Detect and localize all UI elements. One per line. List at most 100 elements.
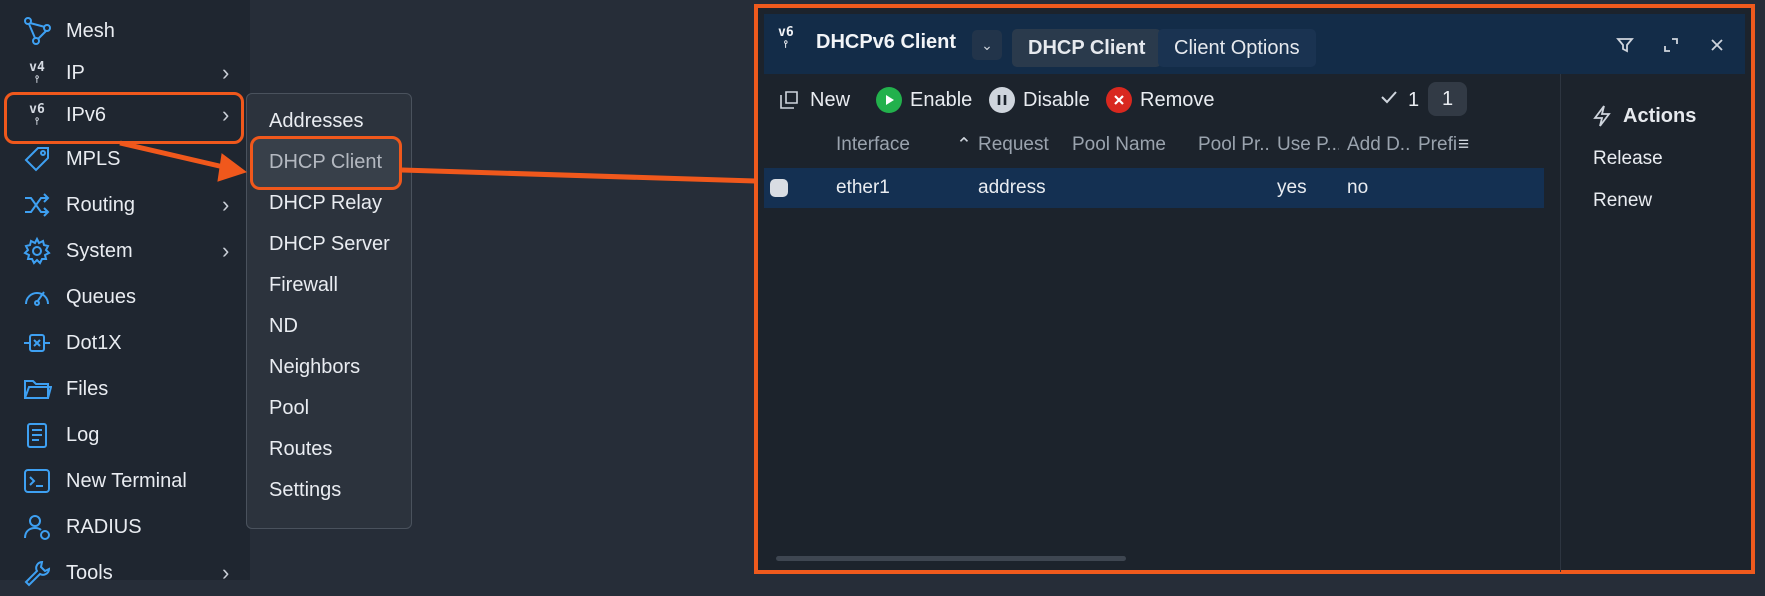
- sidebar-item-label: MPLS: [66, 147, 121, 170]
- submenu-item-dhcp-relay[interactable]: DHCP Relay: [269, 192, 382, 215]
- remove-x-icon: [1106, 87, 1132, 113]
- tab-client-options[interactable]: Client Options: [1158, 29, 1316, 67]
- arrow-line-2: [401, 167, 787, 185]
- submenu-item-firewall[interactable]: Firewall: [269, 274, 338, 297]
- new-item-icon: [780, 91, 798, 109]
- selected-count-value: 1: [1408, 88, 1420, 111]
- chevron-right-icon: ›: [222, 60, 230, 85]
- sidebar-item-files[interactable]: Files: [0, 366, 250, 412]
- column-pool-prefix[interactable]: Pool Pr...: [1198, 134, 1268, 156]
- user-gear-icon: [20, 510, 54, 544]
- sidebar-item-routing[interactable]: Routing ›: [0, 182, 250, 228]
- renew-action[interactable]: Renew: [1593, 190, 1652, 212]
- selected-count: 1: [1380, 84, 1419, 116]
- release-action[interactable]: Release: [1593, 148, 1663, 170]
- ipv6-icon: v6 ⫯: [778, 25, 794, 50]
- toolbar: New Enable Disable Remove 1 1: [764, 74, 1560, 126]
- mesh-icon: [20, 14, 54, 48]
- chevron-right-icon: ›: [222, 192, 230, 217]
- sort-ascending-icon[interactable]: ⌃: [956, 134, 972, 157]
- enable-label: Enable: [910, 88, 973, 111]
- new-label: New: [810, 88, 851, 111]
- terminal-icon: [20, 464, 54, 498]
- filter-icon[interactable]: [1612, 32, 1638, 58]
- column-request[interactable]: Request: [978, 134, 1049, 156]
- sidebar-item-ip[interactable]: v4 ⫯ IP ›: [0, 50, 250, 96]
- play-icon: [876, 87, 902, 113]
- highlight-dhcp-client: [250, 136, 402, 190]
- row-checkbox[interactable]: [770, 179, 788, 197]
- sidebar-item-label: Routing: [66, 193, 135, 216]
- enable-button[interactable]: Enable: [876, 84, 972, 116]
- sidebar-item-log[interactable]: Log: [0, 412, 250, 458]
- cell-interface: ether1: [836, 177, 890, 198]
- sidebar-item-label: New Terminal: [66, 469, 187, 492]
- gauge-icon: [20, 280, 54, 314]
- disable-label: Disable: [1023, 88, 1090, 111]
- ipv6-glyph: v6: [778, 25, 794, 40]
- sidebar-item-label: Log: [66, 423, 100, 446]
- horizontal-scrollbar[interactable]: [776, 556, 1126, 561]
- sidebar-item-system[interactable]: System ›: [0, 228, 250, 274]
- maximize-icon[interactable]: [1658, 32, 1684, 58]
- total-count-badge: 1: [1428, 82, 1468, 116]
- column-add-default[interactable]: Add D...: [1347, 134, 1409, 156]
- column-prefix[interactable]: Prefi: [1418, 134, 1458, 156]
- folder-icon: [20, 372, 54, 406]
- sidebar-item-label: IP: [66, 61, 85, 84]
- sidebar-item-new-terminal[interactable]: New Terminal: [0, 458, 250, 504]
- sidebar-item-radius[interactable]: RADIUS: [0, 504, 250, 550]
- sidebar-item-label: Queues: [66, 285, 137, 308]
- remove-button[interactable]: Remove: [1106, 84, 1214, 116]
- window-title: DHCPv6 Client: [816, 31, 957, 53]
- cell-use-peer: yes: [1277, 177, 1307, 198]
- cell-add-default: no: [1347, 177, 1369, 198]
- sidebar-item-mesh[interactable]: Mesh: [0, 8, 250, 54]
- submenu-item-nd[interactable]: ND: [269, 315, 298, 338]
- submenu-item-settings[interactable]: Settings: [269, 479, 341, 502]
- submenu-item-addresses[interactable]: Addresses: [269, 110, 364, 133]
- dhcpv6-client-window: v6 ⫯ DHCPv6 Client ⌄ DHCP Client Client O…: [754, 4, 1755, 574]
- remove-label: Remove: [1140, 88, 1215, 111]
- window-menu-dropdown[interactable]: ⌄: [972, 30, 1002, 60]
- gear-icon: [20, 234, 54, 268]
- column-pool-name[interactable]: Pool Name: [1072, 134, 1166, 156]
- submenu-item-pool[interactable]: Pool: [269, 397, 309, 420]
- submenu-item-routes[interactable]: Routes: [269, 438, 332, 461]
- tab-dhcp-client[interactable]: DHCP Client: [1012, 29, 1162, 67]
- sidebar-item-queues[interactable]: Queues: [0, 274, 250, 320]
- submenu-item-neighbors[interactable]: Neighbors: [269, 356, 360, 379]
- lightning-icon: [1591, 104, 1613, 133]
- log-icon: [20, 418, 54, 452]
- columns-menu-icon[interactable]: ≡: [1458, 134, 1469, 156]
- table-header: Interface ⌃ Request Pool Name Pool Pr...…: [764, 126, 1552, 166]
- sidebar-item-label: System: [66, 239, 133, 262]
- submenu-item-dhcp-server[interactable]: DHCP Server: [269, 233, 390, 256]
- pause-icon: [989, 87, 1015, 113]
- sidebar-item-dot1x[interactable]: Dot1X: [0, 320, 250, 366]
- actions-title: Actions: [1623, 105, 1697, 127]
- routing-shuffle-icon: [20, 188, 54, 222]
- tag-icon: [20, 142, 54, 176]
- chevron-right-icon: ›: [222, 238, 230, 263]
- sidebar-item-label: RADIUS: [66, 515, 142, 538]
- window-titlebar: v6 ⫯ DHCPv6 Client ⌄ DHCP Client Client O…: [764, 14, 1745, 74]
- checkmark-icon: [1380, 88, 1398, 112]
- table-row[interactable]: ether1 address yes no: [764, 168, 1544, 208]
- ipv4-icon: v4 ⫯: [29, 59, 45, 85]
- ipv4-glyph: v4: [29, 59, 45, 75]
- new-button[interactable]: New: [778, 84, 850, 116]
- dot1x-icon: [20, 326, 54, 360]
- sidebar-item-label: Tools: [66, 561, 113, 584]
- column-interface[interactable]: Interface: [836, 134, 910, 156]
- sidebar: Mesh v4 ⫯ IP › v6 ⫯ IPv6 › MPLS Routing › …: [0, 0, 250, 587]
- sidebar-item-label: Files: [66, 377, 109, 400]
- actions-panel: Actions Release Renew: [1560, 74, 1747, 572]
- chevron-down-icon: ⌄: [981, 36, 993, 53]
- column-use-peer[interactable]: Use P...: [1277, 134, 1339, 156]
- sidebar-item-tools[interactable]: Tools ›: [0, 550, 250, 596]
- disable-button[interactable]: Disable: [989, 84, 1090, 116]
- highlight-ipv6: [4, 92, 244, 144]
- close-icon[interactable]: [1704, 32, 1730, 58]
- sidebar-item-label: Dot1X: [66, 331, 122, 354]
